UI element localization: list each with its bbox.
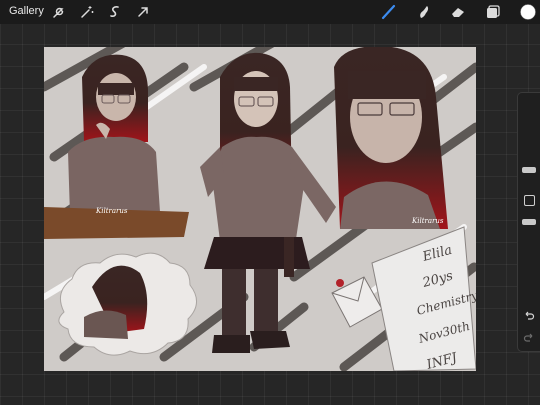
color-swatch[interactable]: [519, 3, 537, 21]
layers-icon[interactable]: [484, 3, 502, 21]
signature-left: Kiltrarus: [95, 207, 128, 215]
transform-arrow-icon[interactable]: [134, 3, 152, 21]
top-toolbar: Gallery: [0, 0, 540, 24]
opacity-slider[interactable]: [522, 219, 536, 225]
magic-wand-icon[interactable]: [78, 3, 96, 21]
smudge-icon[interactable]: [415, 3, 433, 21]
artwork-canvas[interactable]: Kiltrarus Kiltrarus Elila 20ys Chemistry…: [44, 47, 476, 371]
side-toolbar: [517, 92, 540, 352]
brush-size-slider[interactable]: [522, 167, 536, 173]
gallery-button[interactable]: Gallery: [9, 5, 44, 17]
artwork-image: Kiltrarus Kiltrarus Elila 20ys Chemistry…: [44, 47, 476, 371]
signature-right: Kiltrarus: [411, 217, 444, 225]
brush-icon[interactable]: [380, 3, 398, 21]
redo-icon[interactable]: [523, 331, 535, 343]
undo-icon[interactable]: [523, 309, 535, 321]
eraser-icon[interactable]: [449, 3, 467, 21]
modify-button[interactable]: [524, 195, 535, 206]
wrench-icon[interactable]: [50, 3, 68, 21]
selection-icon[interactable]: [106, 3, 124, 21]
